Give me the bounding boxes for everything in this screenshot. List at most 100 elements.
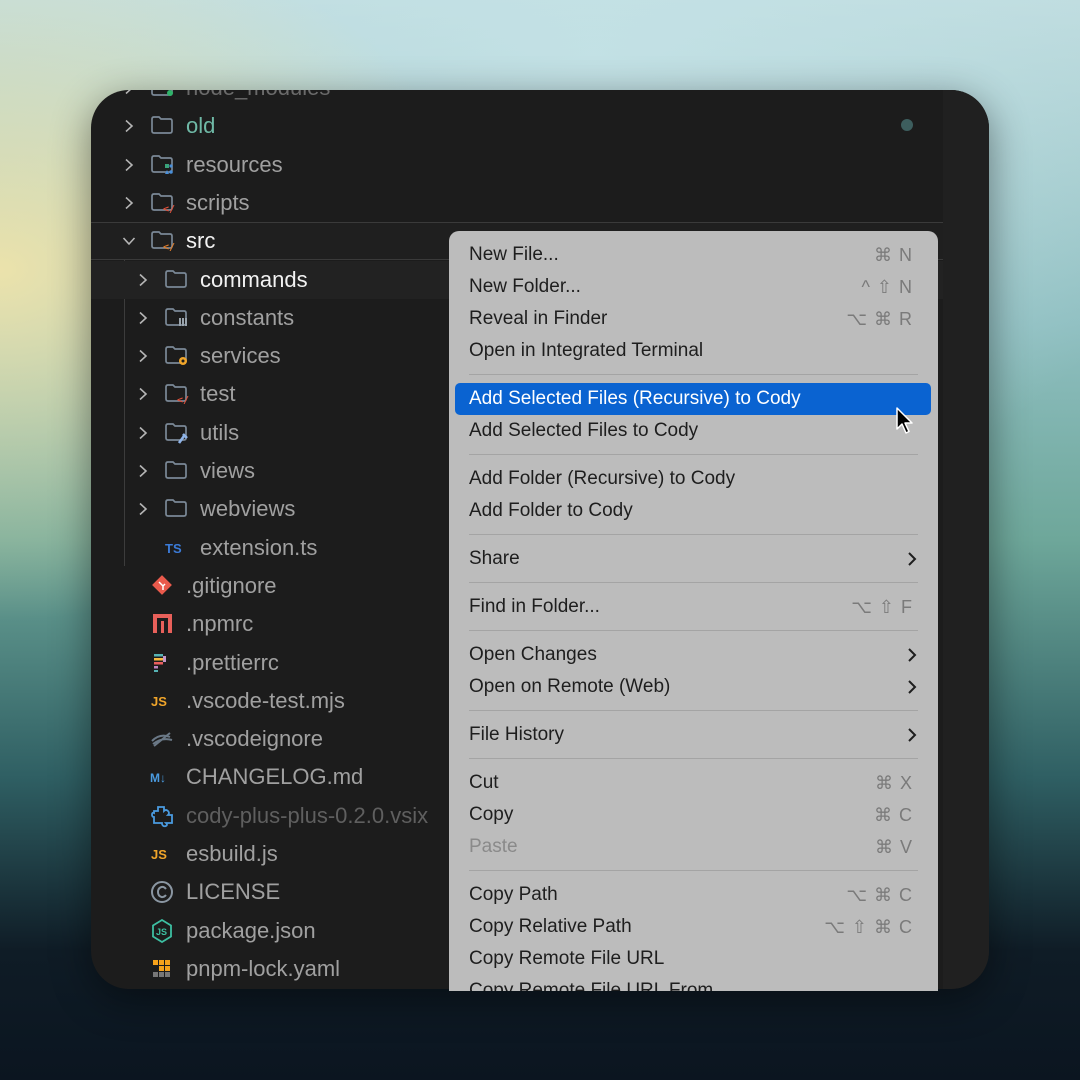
file-type-icon xyxy=(149,957,175,981)
tree-item-label: CHANGELOG.md xyxy=(186,764,364,790)
menu-item-copy-remote-file-url[interactable]: Copy Remote File URL xyxy=(455,943,931,975)
menu-item-label: Find in Folder... xyxy=(469,596,600,617)
menu-item-label: Add Folder (Recursive) to Cody xyxy=(469,468,736,489)
chevron-right-icon[interactable] xyxy=(133,423,153,443)
chevron-right-icon[interactable] xyxy=(119,116,139,136)
chevron-right-icon[interactable] xyxy=(133,270,153,290)
menu-item-add-folder-recursive-to-cody[interactable]: Add Folder (Recursive) to Cody xyxy=(455,463,931,495)
menu-item-label: Add Selected Files to Cody xyxy=(469,420,699,441)
menu-item-label: Share xyxy=(469,548,520,569)
tree-item-label: .prettierrc xyxy=(186,649,279,675)
menu-item-reveal-in-finder[interactable]: Reveal in Finder ⌥ ⌘ R xyxy=(455,303,931,335)
menu-item-share[interactable]: Share xyxy=(455,543,931,575)
folder-icon xyxy=(163,306,189,330)
menu-separator xyxy=(469,758,918,759)
menu-separator xyxy=(469,870,918,871)
keyboard-shortcut: ⌘ N xyxy=(874,244,913,265)
menu-separator xyxy=(469,710,918,711)
menu-item-label: File History xyxy=(469,724,565,745)
svg-text:JS: JS xyxy=(151,694,167,709)
menu-item-add-selected-files-recursive-to-cody[interactable]: Add Selected Files (Recursive) to Cody xyxy=(455,383,931,415)
menu-item-cut[interactable]: Cut ⌘ X xyxy=(455,767,931,799)
file-type-icon xyxy=(149,880,175,904)
keyboard-shortcut: ⌘ C xyxy=(874,804,913,825)
tree-item-label: constants xyxy=(200,304,295,330)
keyboard-shortcut: ^ ⇧ N xyxy=(861,276,913,297)
tree-item-label: old xyxy=(186,113,216,139)
menu-item-copy-relative-path[interactable]: Copy Relative Path ⌥ ⇧ ⌘ C xyxy=(455,911,931,943)
menu-separator xyxy=(469,454,918,455)
tree-item-label: .vscodeignore xyxy=(186,726,323,752)
chevron-right-icon[interactable] xyxy=(119,90,139,98)
tree-item-label: utils xyxy=(200,419,240,445)
folder-icon: </> xyxy=(149,229,175,253)
chevron-right-icon[interactable] xyxy=(119,193,139,213)
tree-item-label: views xyxy=(200,458,256,483)
folder-icon xyxy=(149,90,175,100)
tree-folder-node-modules[interactable]: node_modules xyxy=(91,90,943,107)
chevron-right-icon[interactable] xyxy=(133,346,153,366)
tree-item-label: services xyxy=(200,343,281,369)
folder-icon xyxy=(163,421,189,445)
keyboard-shortcut: ⌘ X xyxy=(874,772,913,793)
menu-item-copy-remote-file-url-from[interactable]: Copy Remote File URL From xyxy=(455,975,931,991)
keyboard-shortcut: ⌥ ⌘ R xyxy=(846,308,913,329)
svg-text:</>: </> xyxy=(163,204,175,215)
tree-folder-scripts[interactable]: </> scripts xyxy=(91,184,943,222)
chevron-right-icon[interactable] xyxy=(133,384,153,404)
tree-item-label: esbuild.js xyxy=(186,841,278,866)
menu-item-open-in-integrated-terminal[interactable]: Open in Integrated Terminal xyxy=(455,335,931,367)
tree-item-label: node_modules xyxy=(186,90,330,101)
chevron-right-icon[interactable] xyxy=(133,308,153,328)
menu-item-add-selected-files-to-cody[interactable]: Add Selected Files to Cody xyxy=(455,415,931,447)
tree-item-label: src xyxy=(186,228,216,254)
tree-item-label: .gitignore xyxy=(186,572,277,598)
folder-icon: </> xyxy=(163,382,189,406)
file-type-icon: JS xyxy=(149,918,175,943)
menu-item-copy-path[interactable]: Copy Path ⌥ ⌘ C xyxy=(455,879,931,911)
svg-text:M↓: M↓ xyxy=(150,771,166,785)
tree-item-label: resources xyxy=(186,151,283,177)
chevron-right-icon[interactable] xyxy=(133,461,153,481)
tree-folder-old[interactable]: old xyxy=(91,107,943,145)
menu-item-label: Copy Remote File URL xyxy=(469,948,665,969)
keyboard-shortcut: ⌥ ⇧ F xyxy=(851,596,913,617)
folder-icon xyxy=(163,497,189,521)
menu-item-copy[interactable]: Copy ⌘ C xyxy=(455,799,931,831)
menu-item-label: Open on Remote (Web) xyxy=(469,676,671,697)
menu-item-label: New File... xyxy=(469,244,559,265)
tree-folder-resources[interactable]: resources xyxy=(91,146,943,184)
menu-item-add-folder-to-cody[interactable]: Add Folder to Cody xyxy=(455,495,931,527)
menu-item-new-file[interactable]: New File... ⌘ N xyxy=(455,239,931,271)
folder-icon xyxy=(149,153,175,177)
tree-item-label: .vscode-test.mjs xyxy=(186,687,345,713)
chevron-right-icon[interactable] xyxy=(119,155,139,175)
menu-item-open-changes[interactable]: Open Changes xyxy=(455,639,931,671)
folder-icon xyxy=(163,268,189,292)
menu-item-label: Add Selected Files (Recursive) to Cody xyxy=(469,388,801,409)
chevron-down-icon[interactable] xyxy=(119,231,139,251)
menu-item-new-folder[interactable]: New Folder... ^ ⇧ N xyxy=(455,271,931,303)
file-type-icon: JS xyxy=(149,842,175,866)
menu-item-file-history[interactable]: File History xyxy=(455,719,931,751)
tree-item-label: webviews xyxy=(200,496,296,522)
submenu-chevron-icon xyxy=(908,648,917,662)
menu-item-find-in-folder[interactable]: Find in Folder... ⌥ ⇧ F xyxy=(455,591,931,623)
menu-separator xyxy=(469,534,918,535)
context-menu: New File... ⌘ N New Folder... ^ ⇧ N Reveal i… xyxy=(449,231,938,991)
menu-item-open-on-remote-web[interactable]: Open on Remote (Web) xyxy=(455,671,931,703)
mouse-cursor-icon xyxy=(896,407,913,434)
tree-item-label: commands xyxy=(200,266,308,292)
keyboard-shortcut: ⌘ V xyxy=(874,836,913,857)
menu-item-label: Copy Remote File URL From xyxy=(469,980,714,991)
file-type-icon: M↓ xyxy=(149,765,175,789)
scrollbar[interactable] xyxy=(943,90,989,989)
file-type-icon xyxy=(149,804,175,828)
menu-item-paste: Paste ⌘ V xyxy=(455,831,931,863)
chevron-right-icon[interactable] xyxy=(133,499,153,519)
file-type-icon: TS xyxy=(163,536,189,560)
file-type-icon xyxy=(149,651,175,675)
tree-item-label: LICENSE xyxy=(186,879,281,905)
menu-item-label: Add Folder to Cody xyxy=(469,500,633,521)
tree-item-label: package.json xyxy=(186,917,316,943)
